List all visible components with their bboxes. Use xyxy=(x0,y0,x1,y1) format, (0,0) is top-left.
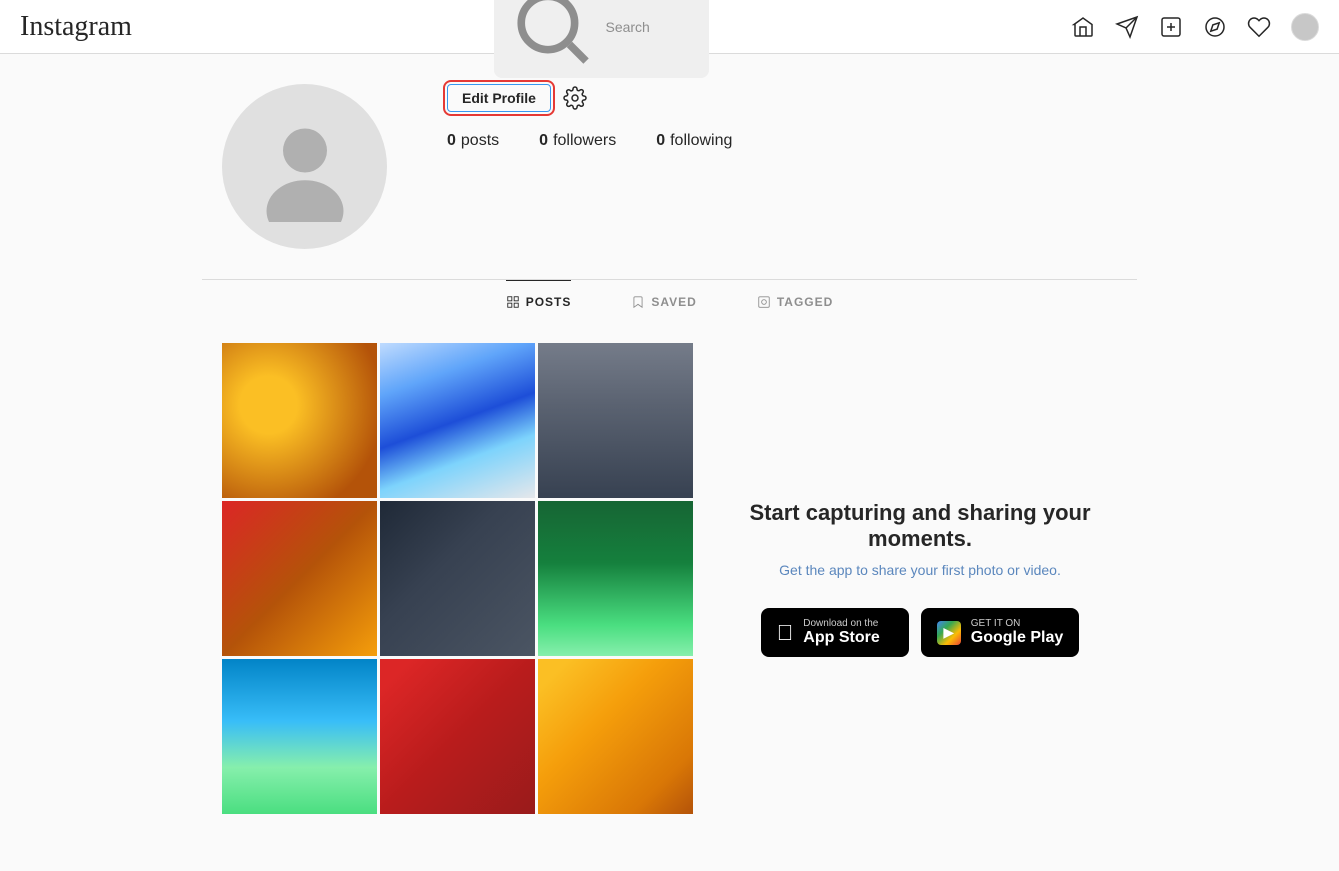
search-icon xyxy=(506,0,598,72)
googleplay-button[interactable]: ▶ GET IT ON Google Play xyxy=(921,608,1079,657)
avatar-silhouette xyxy=(250,112,360,222)
app-buttons:  Download on the App Store ▶ GET IT ON … xyxy=(761,608,1079,657)
send-icon[interactable] xyxy=(1115,15,1139,39)
google-play-icon: ▶ xyxy=(937,621,961,645)
tab-posts-label: POSTS xyxy=(526,295,572,309)
appstore-main: App Store xyxy=(803,629,879,647)
explore-icon[interactable] xyxy=(1203,15,1227,39)
edit-profile-button[interactable]: Edit Profile xyxy=(447,84,551,112)
profile-actions: Edit Profile xyxy=(447,84,1117,112)
avatar-wrap xyxy=(222,84,387,249)
following-count: 0 xyxy=(656,132,665,150)
promo-heading: Start capturing and sharing your moments… xyxy=(743,500,1097,552)
appstore-sub: Download on the xyxy=(803,618,879,629)
grid-icon xyxy=(506,295,520,309)
photo-cell[interactable] xyxy=(380,501,535,656)
search-input[interactable] xyxy=(605,19,697,35)
bookmark-icon xyxy=(631,295,645,309)
content-area: Start capturing and sharing your moments… xyxy=(202,323,1137,834)
profile-tabs: POSTS SAVED TAGGED xyxy=(202,280,1137,323)
profile-avatar xyxy=(222,84,387,249)
photo-cell[interactable] xyxy=(222,501,377,656)
header: Instagram xyxy=(0,0,1339,54)
tab-saved[interactable]: SAVED xyxy=(631,280,696,323)
settings-button[interactable] xyxy=(563,86,587,110)
add-icon[interactable] xyxy=(1159,15,1183,39)
following-stat[interactable]: 0 following xyxy=(656,132,732,150)
posts-count: 0 xyxy=(447,132,456,150)
header-nav xyxy=(1071,13,1319,41)
tab-tagged[interactable]: TAGGED xyxy=(757,280,833,323)
photo-cell[interactable] xyxy=(538,501,693,656)
googleplay-main: Google Play xyxy=(971,629,1063,647)
followers-stat[interactable]: 0 followers xyxy=(539,132,616,150)
photo-grid xyxy=(222,343,693,814)
photo-cell[interactable] xyxy=(538,659,693,814)
tab-tagged-label: TAGGED xyxy=(777,295,833,309)
googleplay-text: GET IT ON Google Play xyxy=(971,618,1063,647)
googleplay-sub: GET IT ON xyxy=(971,618,1063,629)
profile-stats: 0 posts 0 followers 0 following xyxy=(447,132,1117,150)
appstore-button[interactable]:  Download on the App Store xyxy=(761,608,909,657)
promo-section: Start capturing and sharing your moments… xyxy=(723,343,1117,814)
photo-cell[interactable] xyxy=(538,343,693,498)
search-bar[interactable] xyxy=(494,0,709,78)
tab-posts[interactable]: POSTS xyxy=(506,280,572,323)
photo-cell[interactable] xyxy=(222,659,377,814)
profile-info: Edit Profile 0 posts 0 followers 0 follo… xyxy=(447,84,1117,166)
profile-avatar-nav[interactable] xyxy=(1291,13,1319,41)
profile-section: Edit Profile 0 posts 0 followers 0 follo… xyxy=(202,84,1137,249)
instagram-logo: Instagram xyxy=(20,11,132,43)
search-wrap xyxy=(152,0,1051,78)
photo-cell[interactable] xyxy=(380,343,535,498)
appstore-text: Download on the App Store xyxy=(803,618,879,647)
posts-label: posts xyxy=(461,132,499,150)
apple-icon:  xyxy=(777,620,794,646)
posts-stat: 0 posts xyxy=(447,132,499,150)
gear-icon xyxy=(563,86,587,110)
following-label: following xyxy=(670,132,732,150)
tab-saved-label: SAVED xyxy=(651,295,696,309)
followers-label: followers xyxy=(553,132,616,150)
photo-cell[interactable] xyxy=(380,659,535,814)
tag-icon xyxy=(757,295,771,309)
home-icon[interactable] xyxy=(1071,15,1095,39)
promo-subtext: Get the app to share your first photo or… xyxy=(779,562,1061,578)
photo-cell[interactable] xyxy=(222,343,377,498)
heart-icon[interactable] xyxy=(1247,15,1271,39)
followers-count: 0 xyxy=(539,132,548,150)
